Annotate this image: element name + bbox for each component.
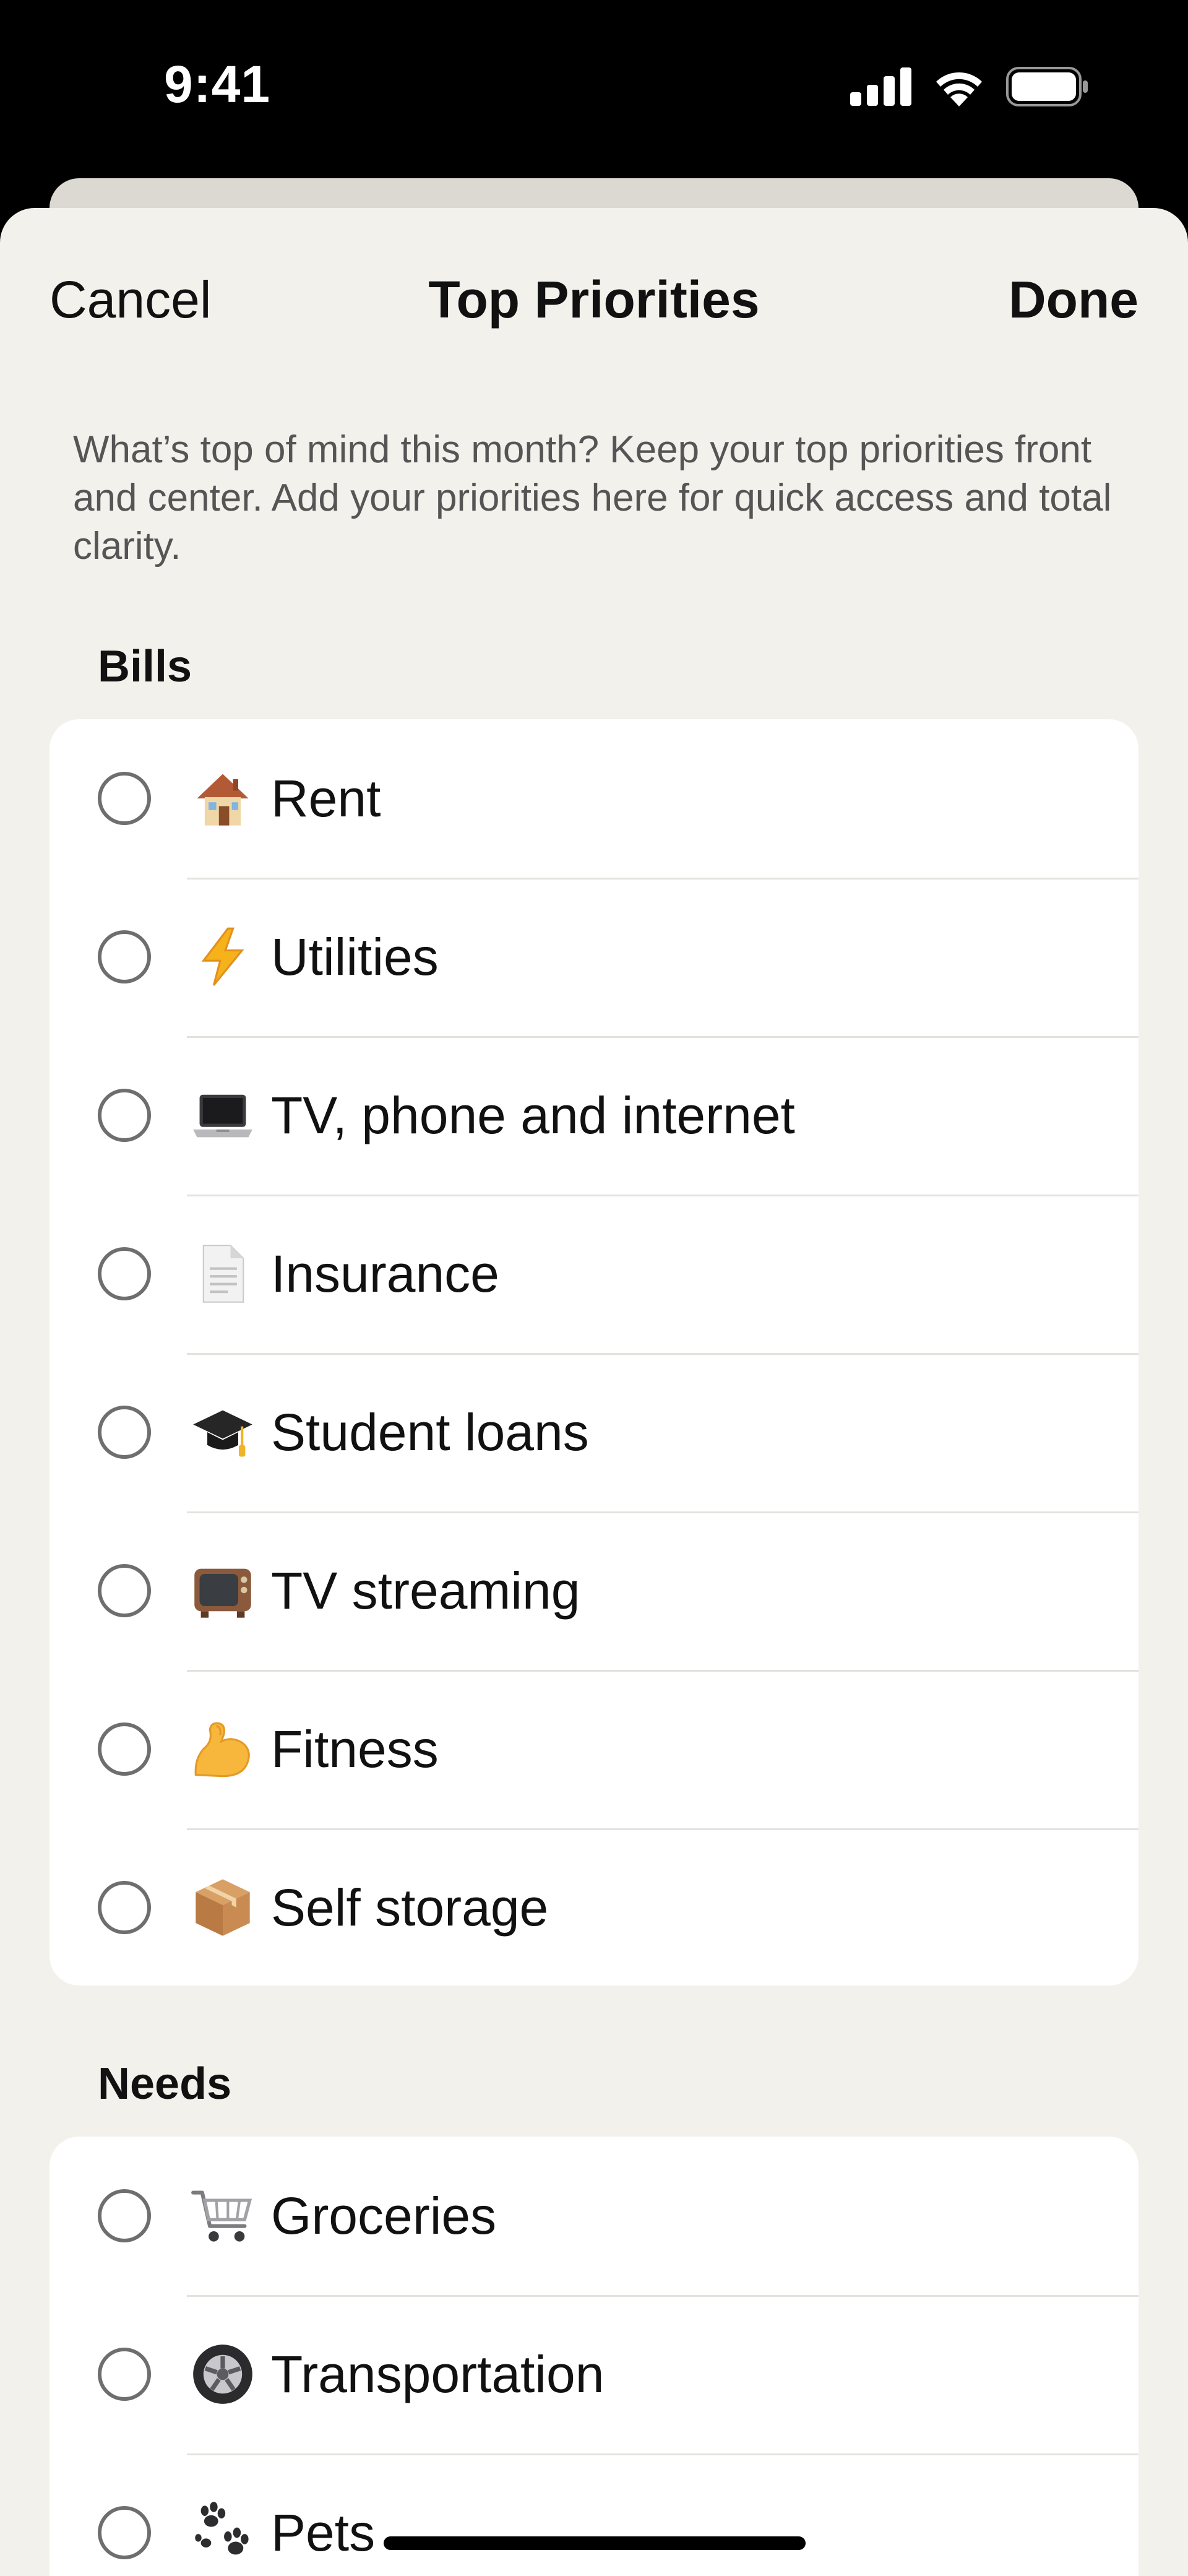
radio-button[interactable] (98, 1089, 151, 1142)
document-emoji-icon (187, 1238, 259, 1310)
graduation-cap-emoji-icon (187, 1396, 259, 1468)
section-title-needs: Needs (98, 2059, 232, 2109)
house-emoji-icon (187, 763, 259, 834)
priority-row-self-storage[interactable]: Self storage (50, 1828, 1138, 1986)
priority-row-pets[interactable]: Pets (50, 2453, 1138, 2576)
done-button[interactable]: Done (1009, 270, 1138, 330)
cellular-signal-icon (850, 67, 911, 106)
wheel-emoji-icon (187, 2338, 259, 2410)
radio-button[interactable] (98, 1881, 151, 1934)
paw-prints-emoji-icon (187, 2497, 259, 2569)
battery-icon (1006, 67, 1088, 106)
top-priorities-sheet: Cancel Top Priorities Done What’s top of… (0, 208, 1188, 2576)
priority-label: TV, phone and internet (271, 1086, 795, 1144)
priority-row-groceries[interactable]: Groceries (50, 2137, 1138, 2295)
priority-row-transportation[interactable]: Transportation (50, 2295, 1138, 2453)
radio-button[interactable] (98, 2506, 151, 2559)
navigation-bar: Cancel Top Priorities Done (0, 208, 1188, 381)
television-emoji-icon (187, 1555, 259, 1627)
radio-button[interactable] (98, 1722, 151, 1776)
priority-row-rent[interactable]: Rent (50, 719, 1138, 878)
priority-label: Fitness (271, 1720, 439, 1778)
priority-label: Transportation (271, 2345, 605, 2403)
status-time: 9:41 (164, 55, 271, 113)
needs-list: Groceries Transportation Pets (50, 2137, 1138, 2576)
priority-label: Utilities (271, 928, 439, 986)
priority-row-utilities[interactable]: Utilities (50, 878, 1138, 1036)
priority-row-tv-phone-internet[interactable]: TV, phone and internet (50, 1036, 1138, 1195)
laptop-emoji-icon (187, 1079, 259, 1151)
package-emoji-icon (187, 1872, 259, 1943)
priority-row-tv-streaming[interactable]: TV streaming (50, 1511, 1138, 1670)
home-indicator[interactable] (384, 2536, 806, 2550)
radio-button[interactable] (98, 930, 151, 983)
priority-row-insurance[interactable]: Insurance (50, 1195, 1138, 1353)
priority-label: Self storage (271, 1878, 549, 1937)
status-icons (850, 65, 1089, 108)
lightning-emoji-icon (187, 921, 259, 993)
section-title-bills: Bills (98, 642, 192, 691)
priority-label: TV streaming (271, 1562, 580, 1620)
radio-button[interactable] (98, 1564, 151, 1617)
shopping-cart-emoji-icon (187, 2180, 259, 2252)
radio-button[interactable] (98, 2189, 151, 2242)
radio-button[interactable] (98, 1406, 151, 1459)
priority-label: Groceries (271, 2187, 497, 2245)
priority-label: Insurance (271, 1245, 499, 1303)
radio-button[interactable] (98, 1247, 151, 1300)
priority-label: Rent (271, 769, 381, 828)
priority-label: Student loans (271, 1403, 589, 1461)
priority-label: Pets (271, 2504, 376, 2562)
priority-row-fitness[interactable]: Fitness (50, 1670, 1138, 1828)
radio-button[interactable] (98, 772, 151, 825)
status-bar: 9:41 (0, 0, 1188, 179)
bills-list: Rent Utilities TV, phone and internet In… (50, 719, 1138, 1986)
radio-button[interactable] (98, 2348, 151, 2401)
flexed-biceps-emoji-icon (187, 1713, 259, 1785)
priority-row-student-loans[interactable]: Student loans (50, 1353, 1138, 1511)
intro-text: What’s top of mind this month? Keep your… (73, 428, 1112, 568)
wifi-icon (936, 72, 982, 106)
